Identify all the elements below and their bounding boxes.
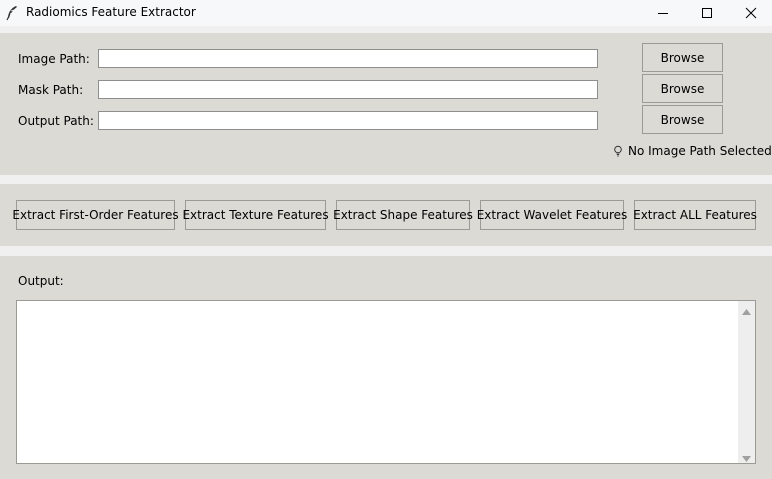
status-indicator: No Image Path Selected (613, 144, 772, 158)
image-browse-button[interactable]: Browse (642, 43, 723, 72)
mask-path-input[interactable] (98, 80, 598, 99)
status-text: No Image Path Selected (628, 144, 772, 158)
output-path-input[interactable] (98, 111, 598, 130)
window-title: Radiomics Feature Extractor (26, 5, 196, 19)
extract-first-order-button[interactable]: Extract First-Order Features (12, 200, 179, 230)
maximize-button[interactable] (684, 0, 730, 26)
output-browse-button[interactable]: Browse (642, 105, 723, 134)
close-icon (745, 7, 757, 19)
output-scrollbar[interactable] (738, 301, 755, 463)
minimize-icon (657, 7, 669, 19)
minimize-button[interactable] (640, 0, 686, 26)
output-path-label: Output Path: (18, 114, 94, 128)
image-path-label: Image Path: (18, 52, 90, 66)
image-path-input[interactable] (98, 49, 598, 68)
close-button[interactable] (728, 0, 772, 26)
feather-icon (5, 5, 19, 21)
mask-path-label: Mask Path: (18, 83, 84, 97)
scroll-up-arrow-icon[interactable] (741, 305, 752, 315)
extract-wavelet-button[interactable]: Extract Wavelet Features (477, 200, 627, 230)
title-bar: Radiomics Feature Extractor (0, 0, 772, 26)
extract-all-button[interactable]: Extract ALL Features (633, 200, 757, 230)
scroll-down-arrow-icon[interactable] (741, 452, 752, 462)
lightbulb-icon (613, 145, 623, 157)
extract-texture-button[interactable]: Extract Texture Features (182, 200, 329, 230)
output-label: Output: (18, 274, 64, 288)
output-textarea[interactable] (16, 300, 756, 464)
maximize-icon (701, 7, 713, 19)
mask-browse-button[interactable]: Browse (642, 74, 723, 103)
app-window: Radiomics Feature Extractor Image Path: … (0, 0, 772, 479)
extract-shape-button[interactable]: Extract Shape Features (333, 200, 473, 230)
output-text (17, 301, 755, 307)
